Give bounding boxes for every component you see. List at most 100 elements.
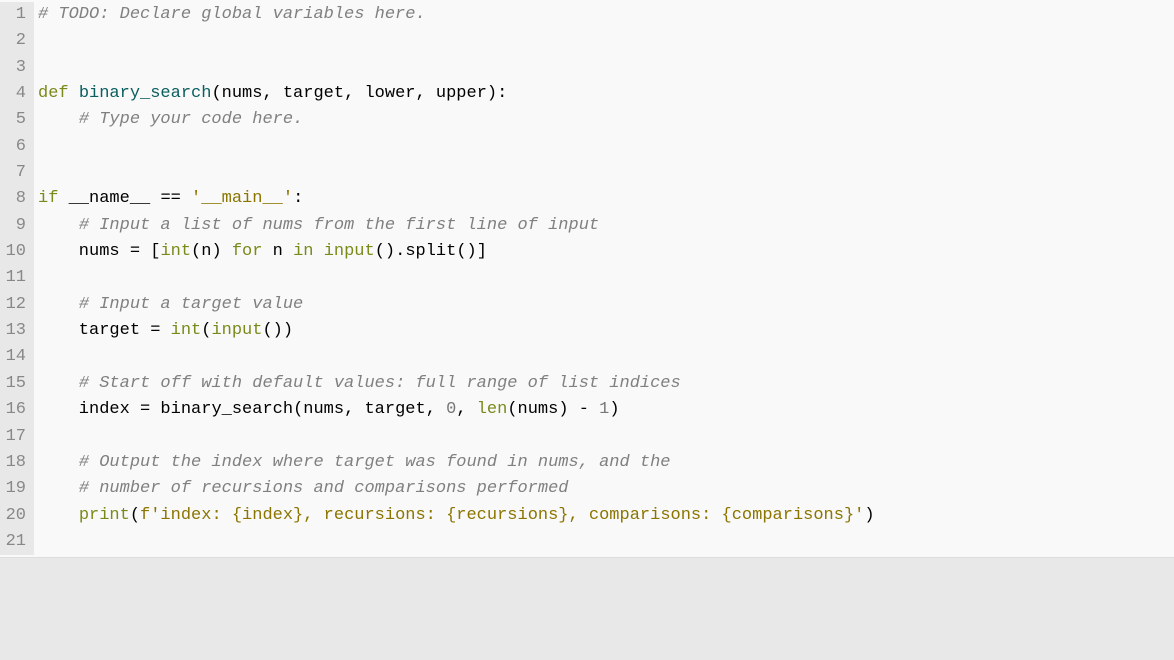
token-ident: lower	[354, 84, 415, 103]
token-comment: # Input a target value	[79, 295, 303, 314]
line-number: 18	[0, 450, 26, 476]
token-ident	[38, 110, 79, 129]
code-line[interactable]: if __name__ == '__main__':	[38, 186, 1174, 212]
code-editor[interactable]: 123456789101112131415161718192021 # TODO…	[0, 0, 1174, 558]
token-comment: # Start off with default values: full ra…	[79, 374, 681, 393]
token-punct: ):	[487, 84, 507, 103]
token-string: f'index: {index}, recursions: {recursion…	[140, 506, 864, 525]
token-punct: ,	[416, 84, 426, 103]
token-punct: ,	[262, 84, 272, 103]
token-punct: ,	[456, 400, 466, 419]
code-line[interactable]	[38, 55, 1174, 81]
line-number: 12	[0, 292, 26, 318]
code-line[interactable]: # Input a target value	[38, 292, 1174, 318]
code-area[interactable]: # TODO: Declare global variables here. d…	[34, 2, 1174, 555]
token-punct: ().	[375, 242, 406, 261]
code-line[interactable]: # Start off with default values: full ra…	[38, 371, 1174, 397]
token-ident: n	[262, 242, 293, 261]
token-ident: binary_search	[150, 400, 293, 419]
token-builtin: int	[160, 242, 191, 261]
code-line[interactable]: # Output the index where target was foun…	[38, 450, 1174, 476]
token-builtin: print	[79, 506, 130, 525]
line-number: 20	[0, 503, 26, 529]
token-ident: n	[201, 242, 211, 261]
line-number: 3	[0, 55, 26, 81]
code-line[interactable]: # Type your code here.	[38, 107, 1174, 133]
token-ident	[467, 400, 477, 419]
token-ident	[313, 242, 323, 261]
token-keyword: def	[38, 84, 69, 103]
code-line[interactable]: print(f'index: {index}, recursions: {rec…	[38, 503, 1174, 529]
code-line[interactable]: index = binary_search(nums, target, 0, l…	[38, 397, 1174, 423]
token-ident	[38, 374, 79, 393]
token-ident: index	[38, 400, 140, 419]
token-comment: # Type your code here.	[79, 110, 303, 129]
code-line[interactable]	[38, 160, 1174, 186]
token-punct: ())	[262, 321, 293, 340]
token-comment: # number of recursions and comparisons p…	[79, 479, 569, 498]
token-op: ==	[160, 189, 180, 208]
code-line[interactable]: target = int(input())	[38, 318, 1174, 344]
line-number: 5	[0, 107, 26, 133]
token-ident: split	[405, 242, 456, 261]
token-punct: (	[130, 506, 140, 525]
token-punct: )	[558, 400, 568, 419]
token-ident: __name__	[58, 189, 160, 208]
token-punct: )	[864, 506, 874, 525]
code-line[interactable]	[38, 28, 1174, 54]
token-ident	[160, 321, 170, 340]
token-punct: (	[293, 400, 303, 419]
code-line[interactable]: def binary_search(nums, target, lower, u…	[38, 81, 1174, 107]
token-number: 0	[446, 400, 456, 419]
token-builtin: int	[171, 321, 202, 340]
line-number: 11	[0, 265, 26, 291]
code-line[interactable]: # Input a list of nums from the first li…	[38, 213, 1174, 239]
token-keyword: in	[293, 242, 313, 261]
token-punct: (	[211, 84, 221, 103]
token-ident	[69, 84, 79, 103]
token-op: =	[140, 400, 150, 419]
code-line[interactable]: nums = [int(n) for n in input().split()]	[38, 239, 1174, 265]
line-number: 19	[0, 476, 26, 502]
code-line[interactable]: # TODO: Declare global variables here.	[38, 2, 1174, 28]
token-keyword: for	[232, 242, 263, 261]
token-op: =	[130, 242, 140, 261]
token-comment: # Output the index where target was foun…	[79, 453, 671, 472]
token-ident	[38, 295, 79, 314]
token-punct: ,	[344, 84, 354, 103]
line-number: 7	[0, 160, 26, 186]
line-number: 10	[0, 239, 26, 265]
token-ident: nums	[518, 400, 559, 419]
line-number: 16	[0, 397, 26, 423]
code-line[interactable]	[38, 424, 1174, 450]
code-line[interactable]	[38, 529, 1174, 555]
token-keyword: if	[38, 189, 58, 208]
line-number: 1	[0, 2, 26, 28]
line-number: 9	[0, 213, 26, 239]
token-funcname: binary_search	[79, 84, 212, 103]
code-line[interactable]	[38, 134, 1174, 160]
code-line[interactable]	[38, 265, 1174, 291]
code-line[interactable]	[38, 344, 1174, 370]
token-ident	[181, 189, 191, 208]
token-ident	[38, 453, 79, 472]
line-number-gutter: 123456789101112131415161718192021	[0, 2, 34, 555]
token-punct: )	[609, 400, 619, 419]
line-number: 15	[0, 371, 26, 397]
token-punct: ,	[426, 400, 436, 419]
token-string: '__main__'	[191, 189, 293, 208]
code-line[interactable]: # number of recursions and comparisons p…	[38, 476, 1174, 502]
line-number: 2	[0, 28, 26, 54]
token-punct: (	[507, 400, 517, 419]
token-punct: )	[211, 242, 221, 261]
token-punct: ()]	[456, 242, 487, 261]
line-number: 6	[0, 134, 26, 160]
line-number: 13	[0, 318, 26, 344]
token-builtin: len	[477, 400, 508, 419]
token-punct: ,	[344, 400, 354, 419]
token-comment: # TODO: Declare global variables here.	[38, 5, 426, 24]
token-ident	[38, 506, 79, 525]
line-number: 17	[0, 424, 26, 450]
token-punct: :	[293, 189, 303, 208]
token-op: =	[150, 321, 160, 340]
